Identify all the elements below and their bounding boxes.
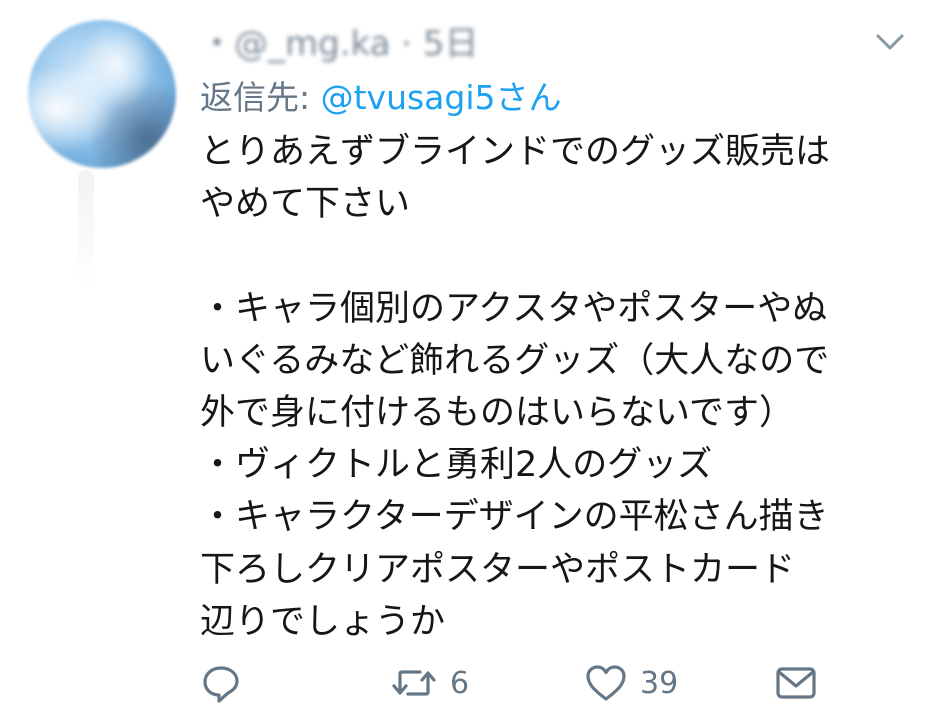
tweet-line: 辺りでしょうか (200, 601, 446, 642)
avatar[interactable] (28, 20, 176, 168)
chevron-down-icon[interactable] (874, 30, 906, 54)
retweet-icon (390, 662, 438, 704)
tweet-line: 外で身に付けるものはいらないです） (200, 392, 794, 433)
retweet-count: 6 (450, 665, 470, 701)
tweet-text: とりあえずブラインドでのグッズ販売は やめて下さい ・キャラ個別のアクスタやポス… (200, 126, 920, 648)
tweet-line: ・キャラ個別のアクスタやポスターやぬ (200, 288, 828, 329)
tweet-actions: 6 39 (200, 656, 900, 710)
tweet-line: 下ろしクリアポスターやポストカード (200, 549, 796, 590)
retweet-button[interactable]: 6 (390, 656, 469, 710)
thread-line (78, 170, 94, 290)
tweet-line: いぐるみなど飾れるグッズ（大人なので (200, 340, 830, 381)
like-button[interactable]: 39 (584, 656, 678, 710)
reply-to: 返信先: @tvusagi5さん (200, 76, 562, 120)
tweet-line: やめて下さい (200, 184, 411, 225)
reply-label: 返信先: (200, 78, 321, 117)
tweet-line (200, 230, 920, 282)
tweet-line: とりあえずブラインドでのグッズ販売は (200, 132, 831, 172)
reply-bubble-icon (200, 662, 242, 704)
direct-message-button[interactable] (774, 656, 818, 710)
tweet-line: ・ヴィクトルと勇利2人のグッズ (200, 445, 713, 486)
tweet-line: ・キャラクターデザインの平松さん描き (200, 497, 829, 538)
reply-button[interactable] (200, 656, 242, 710)
tweet-header[interactable]: ・@_mg.ka · 5日 (200, 16, 479, 65)
avatar-overlay (28, 20, 176, 168)
heart-icon (584, 662, 628, 704)
like-count: 39 (640, 665, 679, 701)
envelope-icon (774, 662, 818, 704)
reply-handle-link[interactable]: @tvusagi5さん (321, 78, 562, 117)
